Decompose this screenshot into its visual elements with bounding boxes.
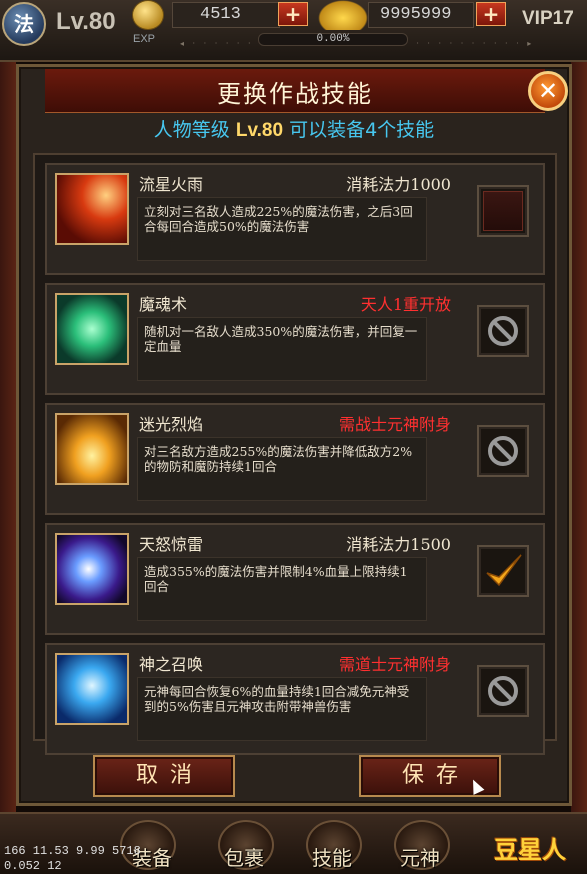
skill-description: 造成355%的魔法伤害并限制4%血量上限持续1回合: [137, 557, 427, 621]
close-button[interactable]: ✕: [528, 71, 568, 111]
prohibited-icon: [483, 311, 523, 351]
top-status-bar: 法 Lv.80 EXP 4513 + 9995999 + VIP17 ◂ · ·…: [0, 0, 587, 62]
empty-slot-icon: [483, 191, 523, 231]
skill-requirement: 天人1重开放: [360, 295, 451, 314]
debug-stats-line2: 0.052 12: [4, 859, 62, 873]
gold-ingot-icon: [318, 0, 368, 30]
soul-paw-icon: [55, 293, 129, 365]
skill-name: 迷光烈焰: [139, 415, 204, 434]
background-left: [0, 62, 16, 874]
skill-description: 随机对一名敌人造成350%的魔法伤害，并回复一定血量: [137, 317, 427, 381]
gold-amount: 9995999: [380, 5, 452, 24]
skill-row[interactable]: 神之召唤 需道士元神附身元神每回合恢复6%的血量持续1回合减免元神受到的5%伤害且…: [45, 643, 545, 755]
skill-equip-toggle[interactable]: [477, 185, 529, 237]
add-gold-button[interactable]: +: [476, 2, 506, 26]
background-right: [571, 62, 587, 874]
skill-requirement: 消耗法力1500: [346, 535, 451, 554]
skill-name: 天怒惊雷: [139, 535, 204, 554]
skill-equip-toggle[interactable]: [477, 305, 529, 357]
add-silver-button[interactable]: +: [278, 2, 308, 26]
skill-name: 神之召唤: [139, 655, 204, 674]
menu-bag[interactable]: 包裹: [224, 842, 264, 871]
dialog-title: 更换作战技能: [217, 80, 373, 108]
dialog-title-bar: 更换作战技能: [45, 69, 545, 113]
coin-icon: [132, 0, 164, 30]
equip-limit-info: 人物等级 Lv.80 可以装备4个技能: [19, 115, 569, 142]
skill-requirement: 需道士元神附身: [338, 655, 451, 674]
skill-equip-toggle[interactable]: [477, 545, 529, 597]
skill-row[interactable]: 天怒惊雷 消耗法力1500 造成355%的魔法伤害并限制4%血量上限持续1回合: [45, 523, 545, 635]
class-badge[interactable]: 法: [2, 2, 46, 46]
exp-label: EXP: [133, 33, 156, 45]
watermark-logo: 豆星人: [494, 835, 566, 864]
skill-change-dialog: 更换作战技能 ✕ 人物等级 Lv.80 可以装备4个技能 流星火雨 消耗法力100…: [16, 64, 572, 806]
skill-name: 流星火雨: [139, 175, 204, 194]
meteor-icon: [55, 173, 129, 245]
skill-row[interactable]: 流星火雨 消耗法力1000 立刻对三名敌人造成225%的魔法伤害，之后3回合每回合造…: [45, 163, 545, 275]
prohibited-icon: [483, 431, 523, 471]
exp-percent: 0.00%: [316, 33, 350, 45]
skill-description: 立刻对三名敌人造成225%的魔法伤害，之后3回合每回合造成50%的魔法伤害: [137, 197, 427, 261]
skill-description: 对三名敌方造成255%的魔法伤害并降低敌方2%的物防和魔防持续1回合: [137, 437, 427, 501]
menu-skills[interactable]: 技能: [312, 842, 352, 871]
skill-equip-toggle[interactable]: [477, 425, 529, 477]
player-level: Lv.80: [56, 8, 116, 35]
subtitle-level: Lv.80: [235, 120, 284, 141]
flame-pillar-icon: [55, 413, 129, 485]
skill-list[interactable]: 流星火雨 消耗法力1000 立刻对三名敌人造成225%的魔法伤害，之后3回合每回合造…: [33, 153, 557, 755]
subtitle-suffix: 可以装备4个技能: [289, 119, 435, 141]
skill-requirement: 需战士元神附身: [338, 415, 451, 434]
skill-requirement: 消耗法力1000: [346, 175, 451, 194]
thunder-orb-icon: [55, 533, 129, 605]
skill-name: 魔魂术: [139, 295, 188, 314]
close-icon: ✕: [537, 77, 559, 105]
skill-row[interactable]: 迷光烈焰 需战士元神附身对三名敌方造成255%的魔法伤害并降低敌方2%的物防和魔防…: [45, 403, 545, 515]
skill-equip-toggle[interactable]: [477, 665, 529, 717]
menu-spirit[interactable]: 元神: [400, 842, 440, 871]
skill-row[interactable]: 魔魂术 天人1重开放随机对一名敌人造成350%的魔法伤害，并回复一定血量: [45, 283, 545, 395]
cancel-button[interactable]: 取消: [93, 755, 235, 797]
exp-progress-bar: 0.00%: [258, 33, 408, 46]
checkmark-icon: [483, 551, 523, 591]
prohibited-icon: [483, 671, 523, 711]
vip-level[interactable]: VIP17: [522, 8, 574, 30]
silver-amount: 4513: [200, 5, 241, 24]
debug-stats-line1: 166 11.53 9.99 5718: [4, 844, 141, 858]
skill-description: 元神每回合恢复6%的血量持续1回合减免元神受到的5%伤害且元神攻击附带神兽伤害: [137, 677, 427, 741]
divine-summon-icon: [55, 653, 129, 725]
subtitle-prefix: 人物等级: [153, 119, 230, 141]
